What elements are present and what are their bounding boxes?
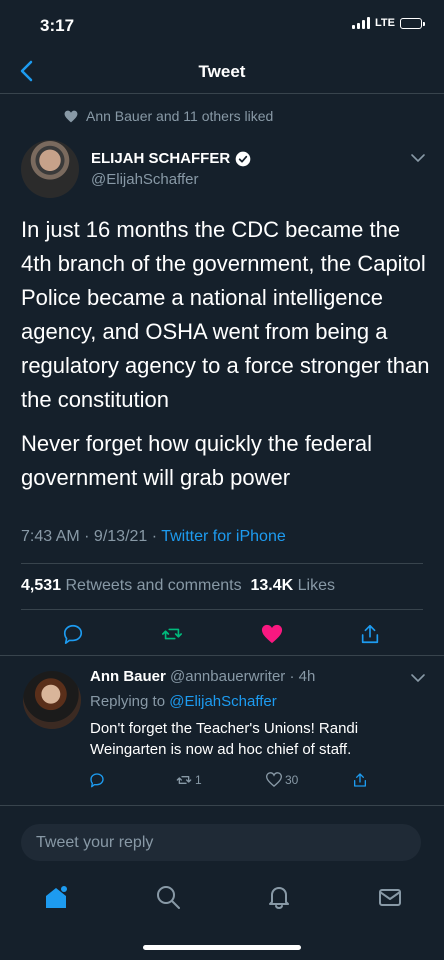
heart-icon[interactable] — [261, 623, 283, 645]
divider — [21, 563, 423, 564]
reply-actions: 1 30 — [0, 772, 444, 792]
tweet-stats: 4,531 Retweets and comments 13.4K Likes — [21, 577, 335, 595]
social-context: Ann Bauer and 11 others liked — [64, 108, 273, 124]
reply-author-name: Ann Bauer — [90, 668, 166, 685]
reply-text: Don't forget the Teacher's Unions! Randi… — [90, 720, 359, 758]
replying-to: Replying to @ElijahSchaffer — [90, 693, 277, 710]
reply-author-handle: @annbauerwriter · 4h — [170, 668, 316, 685]
battery-icon — [400, 17, 425, 29]
tweet-meta: 7:43 AM · 9/13/21 · Twitter for iPhone — [21, 528, 286, 546]
chevron-down-icon[interactable] — [410, 673, 426, 683]
reply-like-count: 30 — [285, 772, 299, 787]
status-bar: 3:17 LTE — [0, 0, 444, 52]
reply-retweet-button[interactable]: 1 — [176, 772, 202, 788]
search-icon[interactable] — [155, 884, 181, 910]
chevron-down-icon[interactable] — [410, 153, 426, 163]
home-icon[interactable] — [43, 884, 69, 910]
retweet-icon[interactable] — [161, 623, 183, 645]
divider — [0, 655, 444, 656]
heart-icon — [266, 772, 282, 787]
reply-reply-button[interactable] — [89, 772, 105, 788]
reply-retweet-count: 1 — [195, 773, 202, 787]
page-title: Tweet — [198, 62, 246, 81]
retweet-icon — [176, 776, 192, 784]
likes-count[interactable]: 13.4K — [250, 577, 293, 594]
tweet-timestamp: 7:43 AM · 9/13/21 · — [21, 528, 162, 545]
divider — [0, 805, 444, 806]
reply-like-button[interactable]: 30 — [266, 772, 298, 787]
navigation-bar: Tweet — [0, 52, 444, 94]
share-icon[interactable] — [359, 623, 381, 645]
replying-to-label: Replying to — [90, 693, 170, 710]
tweet-paragraph: In just 16 months the CDC became the 4th… — [21, 217, 430, 412]
home-indicator — [143, 945, 301, 950]
reply-compose-input[interactable]: Tweet your reply — [21, 824, 421, 861]
notifications-icon[interactable] — [266, 884, 292, 910]
reply-avatar[interactable] — [23, 671, 81, 729]
tweet-paragraph: Never forget how quickly the federal gov… — [21, 431, 372, 490]
tab-bar — [0, 874, 444, 924]
verified-icon — [235, 151, 251, 166]
messages-icon[interactable] — [377, 884, 403, 910]
tweet-source-link[interactable]: Twitter for iPhone — [161, 528, 286, 545]
retweets-count[interactable]: 4,531 — [21, 577, 61, 594]
heart-icon — [64, 110, 78, 122]
likes-label[interactable]: Likes — [298, 577, 335, 594]
reply-share-button[interactable] — [352, 772, 368, 788]
status-time: 3:17 — [40, 16, 75, 35]
author-name-text: ELIJAH SCHAFFER — [91, 150, 231, 167]
status-indicators: LTE — [352, 17, 425, 29]
divider — [21, 609, 423, 610]
reply-icon[interactable] — [62, 623, 84, 645]
reply-author[interactable]: Ann Bauer @annbauerwriter · 4h — [90, 668, 315, 685]
social-context-text: Ann Bauer and 11 others liked — [86, 108, 274, 124]
reply-icon — [90, 773, 104, 788]
signal-icon — [352, 17, 371, 29]
replying-to-handle[interactable]: @ElijahSchaffer — [169, 693, 277, 710]
author-handle[interactable]: @ElijahSchaffer — [91, 171, 199, 188]
author-name[interactable]: ELIJAH SCHAFFER — [91, 150, 251, 167]
tweet-text: In just 16 months the CDC became the 4th… — [21, 213, 431, 505]
retweets-label[interactable]: Retweets and comments — [66, 577, 242, 594]
share-icon — [354, 773, 366, 787]
network-label: LTE — [375, 17, 395, 29]
tweet-actions — [0, 620, 444, 650]
avatar[interactable] — [21, 140, 79, 198]
